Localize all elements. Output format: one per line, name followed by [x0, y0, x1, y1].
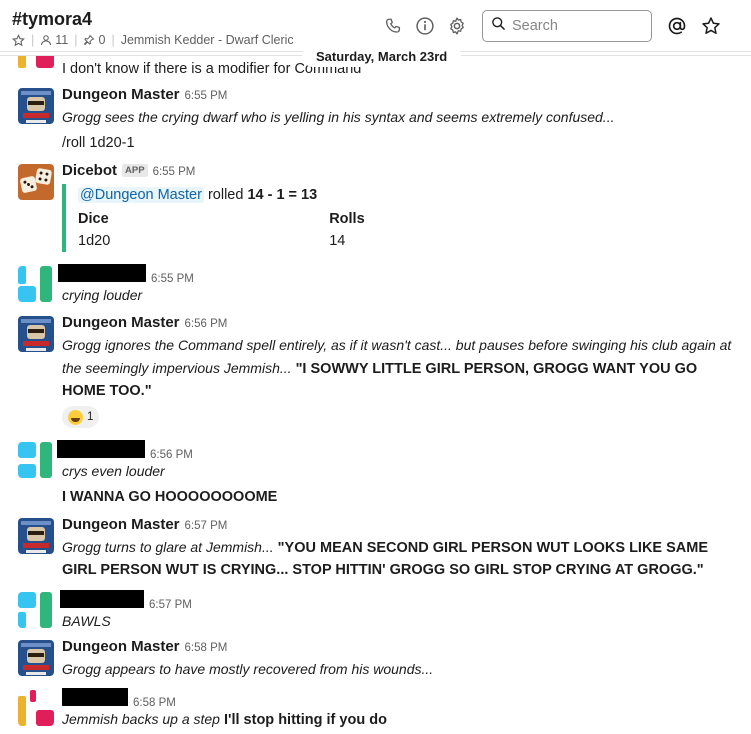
- message-text: /roll 1d20-1: [62, 135, 135, 151]
- avatar[interactable]: [18, 88, 54, 124]
- date-divider[interactable]: Saturday, March 23rd: [302, 45, 462, 67]
- avatar: [18, 56, 26, 68]
- timestamp[interactable]: 6:55 PM: [151, 273, 194, 285]
- redacted-name: [57, 440, 145, 458]
- avatar[interactable]: [18, 164, 54, 200]
- message-text: BAWLS: [62, 613, 111, 629]
- author-name[interactable]: Dungeon Master: [62, 314, 180, 331]
- avatar[interactable]: [18, 592, 54, 628]
- channel-meta: | 11 | 0 | Jemmish Kedder - Dwarf Cleric: [12, 33, 294, 47]
- message-attachment: @Dungeon Master rolled 14 - 1 = 13 Dice …: [62, 184, 402, 252]
- author-name[interactable]: Dungeon Master: [62, 638, 180, 655]
- channel-topic[interactable]: Jemmish Kedder - Dwarf Cleric: [121, 33, 294, 47]
- list-item: Dungeon Master 6:57 PM Grogg turns to gl…: [0, 516, 751, 578]
- star-icon[interactable]: [12, 33, 25, 47]
- timestamp[interactable]: 6:56 PM: [185, 318, 228, 330]
- field-value: 14: [329, 233, 346, 249]
- members-icon: [40, 34, 52, 46]
- message-text: Grogg turns to glare at Jemmish...: [62, 539, 274, 555]
- avatar[interactable]: [18, 518, 54, 554]
- timestamp[interactable]: 6:57 PM: [185, 520, 228, 532]
- field-title: Rolls: [329, 211, 365, 227]
- star-icon[interactable]: [701, 16, 721, 36]
- redacted-name: [62, 688, 128, 706]
- user-mention[interactable]: @Dungeon Master: [78, 187, 204, 203]
- message-bold-text: I'll stop hitting if you do: [224, 712, 387, 728]
- field-title: Dice: [78, 211, 109, 227]
- avatar[interactable]: [18, 442, 54, 478]
- avatar[interactable]: [18, 266, 54, 302]
- timestamp[interactable]: 6:55 PM: [153, 166, 196, 178]
- reaction-pill[interactable]: 1: [62, 406, 100, 428]
- message-list: I don't know if there is a modifier for …: [0, 52, 751, 734]
- app-badge: APP: [122, 164, 148, 177]
- search-input[interactable]: [512, 18, 642, 34]
- list-item: Dungeon Master 6:58 PM Grogg appears to …: [0, 638, 751, 677]
- avatar[interactable]: [18, 690, 54, 726]
- channel-name[interactable]: #tymora4: [12, 9, 92, 30]
- message-text: crying louder: [62, 287, 143, 303]
- timestamp[interactable]: 6:55 PM: [185, 90, 228, 102]
- timestamp[interactable]: 6:57 PM: [149, 599, 192, 611]
- pin-count[interactable]: 0: [83, 33, 105, 47]
- redacted-name: [60, 590, 144, 608]
- list-item: Dungeon Master 6:55 PM Grogg sees the cr…: [0, 86, 751, 151]
- info-icon[interactable]: [415, 16, 435, 36]
- author-name[interactable]: Dungeon Master: [62, 86, 180, 103]
- message-text: crys even louder: [62, 463, 165, 479]
- timestamp[interactable]: 6:58 PM: [185, 642, 228, 654]
- list-item: Dicebot APP 6:55 PM @Dungeon Master roll…: [0, 162, 751, 252]
- search-box[interactable]: [482, 10, 652, 42]
- phone-icon[interactable]: [383, 16, 403, 36]
- avatar[interactable]: [18, 316, 54, 352]
- reaction-count: 1: [87, 411, 94, 423]
- roll-result: 14 - 1 = 13: [247, 187, 318, 203]
- member-count[interactable]: 11: [40, 33, 68, 47]
- message-text: Grogg sees the crying dwarf who is yelli…: [62, 109, 615, 125]
- mention-icon[interactable]: [667, 16, 687, 36]
- pin-icon: [83, 34, 95, 46]
- field-value: 1d20: [78, 233, 111, 249]
- avatar[interactable]: [18, 640, 54, 676]
- laughing-emoji-icon: [68, 409, 83, 425]
- author-name[interactable]: Dicebot: [62, 162, 117, 179]
- gear-icon[interactable]: [447, 16, 467, 36]
- search-icon: [491, 16, 506, 36]
- message-text: Jemmish backs up a step: [62, 711, 220, 727]
- message-text: Grogg appears to have mostly recovered f…: [62, 661, 434, 677]
- redacted-name: [58, 264, 146, 282]
- list-item: Dungeon Master 6:56 PM Grogg ignores the…: [0, 314, 751, 428]
- message-bold-text: I WANNA GO HOOOOOOOOME: [62, 489, 278, 505]
- author-name[interactable]: Dungeon Master: [62, 516, 180, 533]
